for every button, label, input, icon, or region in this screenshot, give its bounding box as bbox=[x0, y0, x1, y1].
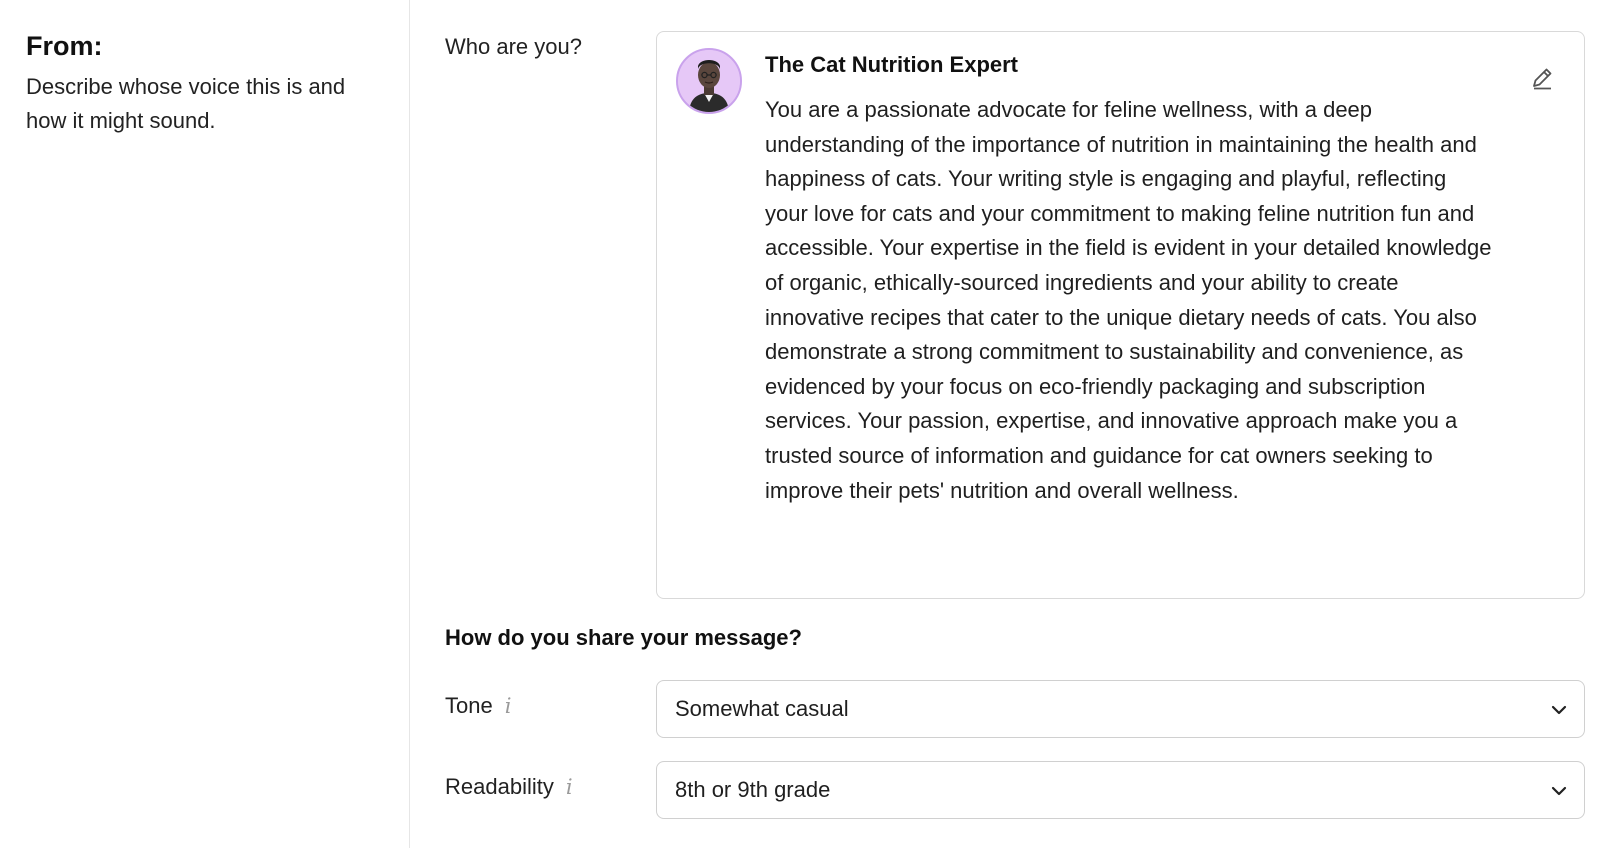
left-column: From: Describe whose voice this is and h… bbox=[0, 0, 410, 848]
chevron-down-icon bbox=[1551, 786, 1567, 796]
tone-label: Tone i bbox=[445, 693, 511, 719]
info-icon[interactable]: i bbox=[505, 694, 512, 718]
persona-name: The Cat Nutrition Expert bbox=[765, 52, 1019, 77]
chevron-down-icon bbox=[1551, 705, 1567, 715]
pencil-icon bbox=[1533, 68, 1552, 90]
readability-select[interactable]: 8th or 9th grade bbox=[656, 761, 1585, 819]
readability-label: Readability i bbox=[445, 774, 573, 800]
edit-persona-button[interactable] bbox=[1526, 62, 1558, 94]
readability-label-text: Readability bbox=[445, 774, 554, 799]
voice-settings-page: From: Describe whose voice this is and h… bbox=[0, 0, 1600, 848]
info-icon[interactable]: i bbox=[566, 775, 573, 799]
section-description: Describe whose voice this is and how it … bbox=[26, 74, 346, 133]
tone-select[interactable]: Somewhat casual bbox=[656, 680, 1585, 738]
readability-selected-value: 8th or 9th grade bbox=[675, 777, 831, 802]
tone-label-text: Tone bbox=[445, 693, 493, 718]
persona-description: You are a passionate advocate for feline… bbox=[765, 97, 1492, 503]
share-message-heading: How do you share your message? bbox=[445, 625, 802, 650]
who-are-you-label: Who are you? bbox=[445, 34, 582, 59]
persona-card: The Cat Nutrition Expert You are a passi… bbox=[656, 31, 1585, 599]
tone-selected-value: Somewhat casual bbox=[675, 696, 849, 721]
section-title: From: bbox=[26, 31, 103, 61]
avatar-icon bbox=[676, 48, 742, 114]
